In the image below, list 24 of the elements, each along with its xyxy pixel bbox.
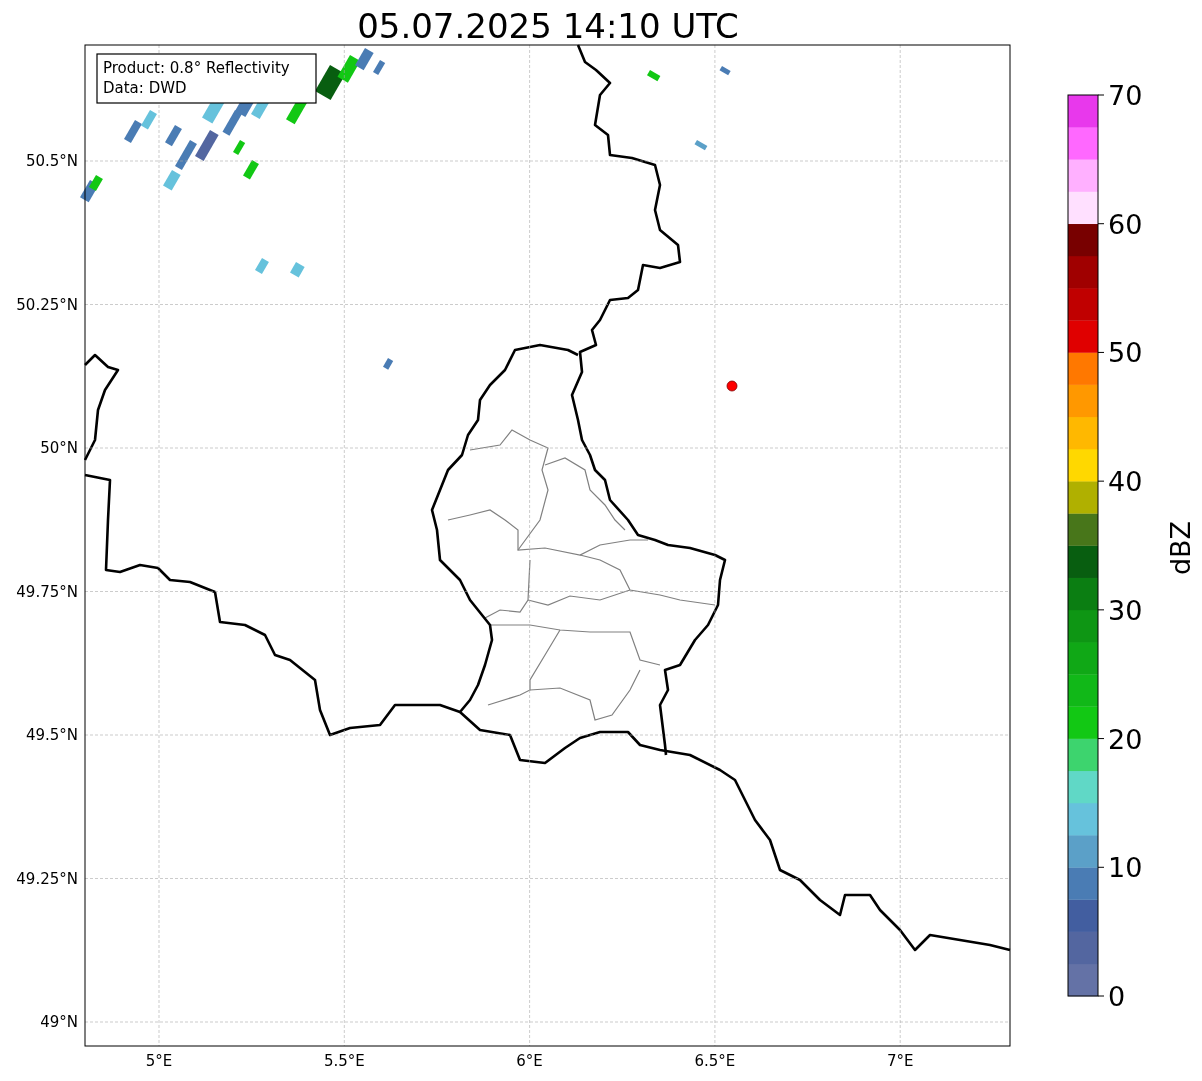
colorbar-tick-label: 0 (1108, 981, 1126, 1012)
axis-tick-label: 6.5°E (694, 1052, 736, 1070)
axis-tick-label: 49.5°N (25, 726, 78, 744)
info-text: Data: DWD (103, 79, 187, 97)
axis-tick-label: 49°N (40, 1013, 78, 1031)
axis-tick-label: 7°E (886, 1052, 914, 1070)
colorbar-tick-label: 10 (1108, 852, 1143, 884)
chart-title: 05.07.2025 14:10 UTC (357, 6, 739, 46)
colorbar-tick-label: 70 (1108, 80, 1143, 111)
axis-tick-label: 50.25°N (16, 295, 78, 314)
colorbar-tick-label: 20 (1108, 723, 1143, 755)
axis-tick-label: 50°N (40, 439, 78, 457)
colorbar-tick-label: 50 (1108, 337, 1143, 369)
axis-tick-label: 50.5°N (25, 152, 78, 170)
axis-tick-label: 6°E (516, 1052, 543, 1070)
colorbar-label: dBZ (1165, 520, 1196, 576)
axis-tick-label: 5°E (145, 1052, 173, 1070)
axis-tick-label: 5.5°E (323, 1052, 365, 1070)
colorbar-tick-label: 30 (1108, 594, 1143, 626)
colorbar-tick-label: 40 (1108, 466, 1143, 498)
axis-tick-label: 49.25°N (16, 869, 78, 888)
axis-tick-label: 49.75°N (16, 582, 78, 601)
info-text: Product: 0.8° Reflectivity (103, 59, 290, 77)
colorbar-tick-label: 60 (1108, 208, 1143, 240)
